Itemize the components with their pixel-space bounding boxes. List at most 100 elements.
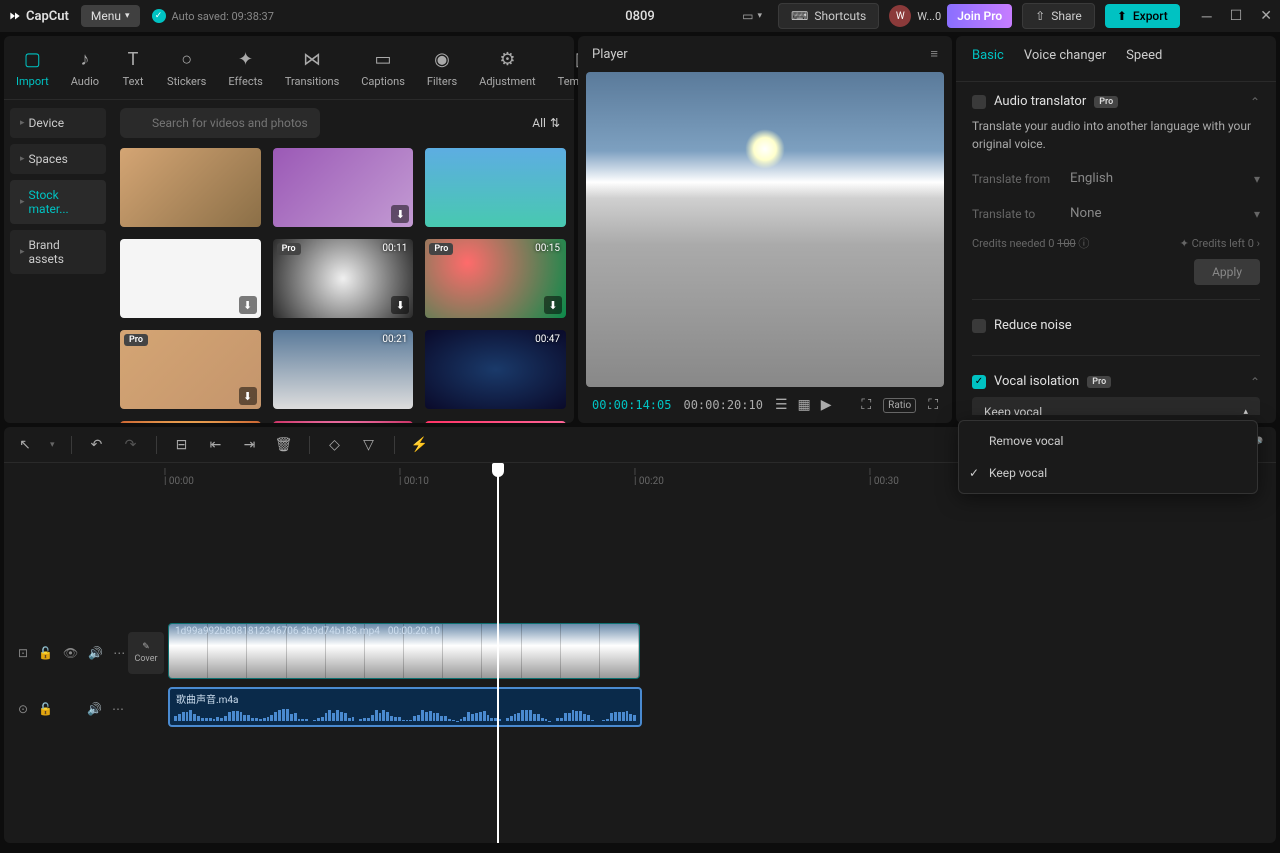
user-avatar[interactable]: W bbox=[889, 5, 911, 27]
share-button[interactable]: ⇧ Share bbox=[1022, 3, 1095, 29]
download-icon[interactable]: ⬇ bbox=[239, 387, 257, 405]
media-thumbnail[interactable]: Pro⬇ bbox=[120, 330, 261, 409]
media-thumbnail[interactable]: 00:21 bbox=[273, 330, 414, 409]
apply-button[interactable]: Apply bbox=[1194, 259, 1260, 285]
tool-tab-effects[interactable]: ✦Effects bbox=[228, 47, 263, 96]
sidebar-item-stockmater[interactable]: Stock mater... bbox=[10, 180, 106, 224]
track-settings-icon[interactable]: ⊡ bbox=[18, 646, 28, 660]
vocal-isolation-select[interactable]: Keep vocal ▴ bbox=[972, 397, 1260, 415]
vocal-isolation-toggle[interactable]: ✓ bbox=[972, 375, 986, 389]
timeline[interactable]: | 00:00| 00:10| 00:20| 00:30 ⊡ 🔓 👁 🔊 ⋯ ✎… bbox=[4, 463, 1276, 843]
properties-tab-basic[interactable]: Basic bbox=[972, 48, 1004, 69]
media-thumbnail[interactable]: ⬇ bbox=[120, 239, 261, 318]
tool-tab-import[interactable]: ▢Import bbox=[16, 47, 49, 96]
tool-tab-captions[interactable]: ▭Captions bbox=[361, 47, 405, 96]
media-thumbnail[interactable] bbox=[425, 148, 566, 227]
marker-icon[interactable]: ◇ bbox=[326, 437, 344, 453]
playhead[interactable] bbox=[497, 463, 499, 843]
download-icon[interactable]: ⬇ bbox=[391, 296, 409, 314]
track-settings-icon[interactable]: ⊙ bbox=[18, 702, 28, 716]
properties-panel: Basic Voice changer Speed Audio translator… bbox=[956, 36, 1276, 423]
tool-tab-filters[interactable]: ◉Filters bbox=[427, 47, 457, 96]
audio-clip[interactable]: 歌曲声音.m4a bbox=[168, 687, 642, 727]
tool-tab-adjustment[interactable]: ⚙Adjustment bbox=[479, 47, 536, 96]
media-thumbnail[interactable] bbox=[120, 148, 261, 227]
translate-to-select[interactable]: None bbox=[1062, 200, 1254, 227]
dropdown-option[interactable]: Keep vocal bbox=[959, 457, 1257, 489]
sidebar-item-device[interactable]: Device bbox=[10, 108, 106, 138]
tool-tab-audio[interactable]: ♪Audio bbox=[71, 47, 99, 96]
cursor-icon[interactable]: ↖ bbox=[16, 437, 34, 453]
track-mute-icon[interactable]: 🔊 bbox=[87, 702, 102, 716]
cover-button[interactable]: ✎Cover bbox=[128, 632, 164, 674]
app-logo: CapCut bbox=[8, 9, 69, 24]
tool-tab-text[interactable]: TText bbox=[121, 47, 145, 96]
check-icon: ✓ bbox=[152, 9, 166, 23]
properties-tab-voice-changer[interactable]: Voice changer bbox=[1024, 48, 1106, 69]
tool-tab-transitions[interactable]: ⋈Transitions bbox=[285, 47, 339, 96]
close-icon[interactable]: ✕ bbox=[1260, 8, 1272, 25]
media-thumbnail[interactable]: Pro00:20 bbox=[425, 421, 566, 423]
media-thumbnail[interactable]: Pro00:15⬇ bbox=[425, 239, 566, 318]
sidebar-item-brandassets[interactable]: Brand assets bbox=[10, 230, 106, 274]
media-thumbnail[interactable]: 00:47 bbox=[425, 330, 566, 409]
player-menu-icon[interactable]: ≡ bbox=[930, 46, 938, 62]
shortcuts-button[interactable]: ⌨ Shortcuts bbox=[778, 3, 879, 29]
split-icon[interactable]: ⊟ bbox=[173, 437, 191, 453]
auto-icon[interactable]: ⚡ bbox=[411, 437, 429, 453]
translate-from-select[interactable]: English bbox=[1062, 165, 1254, 192]
track-lock-icon[interactable]: 🔓 bbox=[38, 646, 53, 660]
media-thumbnail[interactable]: Pro00:11⬇ bbox=[273, 239, 414, 318]
bookmark-icon[interactable]: ▽ bbox=[360, 437, 378, 453]
ratio-button[interactable]: Ratio bbox=[883, 398, 916, 413]
trim-left-icon[interactable]: ⇤ bbox=[207, 437, 225, 453]
track-eye-icon[interactable]: 👁 bbox=[63, 646, 78, 660]
download-icon[interactable]: ⬇ bbox=[239, 296, 257, 314]
player-viewport[interactable] bbox=[586, 72, 944, 387]
sidebar-item-spaces[interactable]: Spaces bbox=[10, 144, 106, 174]
vocal-isolation-section: ✓ Vocal isolation Pro ⌃ Keep vocal ▴ bbox=[972, 374, 1260, 415]
vocal-isolation-dropdown: Remove vocalKeep vocal bbox=[958, 420, 1258, 494]
time-tick: | 00:10 bbox=[399, 467, 429, 487]
media-thumbnail[interactable]: 00:21 bbox=[273, 421, 414, 423]
player-title: Player bbox=[592, 47, 628, 62]
time-tick: | 00:00 bbox=[164, 467, 194, 487]
fullscreen-icon[interactable]: ⛶ bbox=[928, 397, 938, 413]
maximize-icon[interactable]: ☐ bbox=[1230, 8, 1243, 25]
project-title[interactable]: 0809 bbox=[625, 9, 655, 24]
aspect-ratio-button[interactable]: ▭ ▾ bbox=[736, 5, 768, 27]
reduce-noise-toggle[interactable] bbox=[972, 319, 986, 333]
menu-button[interactable]: Menu ▾ bbox=[81, 5, 140, 27]
grid-icon[interactable]: ▦ bbox=[798, 397, 811, 413]
download-icon[interactable]: ⬇ bbox=[391, 205, 409, 223]
audio-translator-toggle[interactable] bbox=[972, 95, 986, 109]
filter-all-button[interactable]: All ⇅ bbox=[526, 110, 566, 136]
current-time: 00:00:14:05 bbox=[592, 398, 671, 412]
track-more-icon[interactable]: ⋯ bbox=[113, 646, 125, 660]
download-icon[interactable]: ⬇ bbox=[544, 296, 562, 314]
trim-right-icon[interactable]: ⇥ bbox=[241, 437, 259, 453]
pro-badge: Pro bbox=[1087, 376, 1111, 388]
track-mute-icon[interactable]: 🔊 bbox=[88, 646, 103, 660]
video-clip[interactable]: 1d99a992b8081812346706 3b9d74b188.mp4 00… bbox=[168, 623, 640, 679]
audio-translator-section: Audio translator Pro ⌃ Translate your au… bbox=[972, 94, 1260, 300]
export-button[interactable]: ⬆ Export bbox=[1105, 4, 1180, 28]
undo-icon[interactable]: ↶ bbox=[88, 437, 106, 453]
minimize-icon[interactable]: ─ bbox=[1202, 8, 1212, 25]
redo-icon[interactable]: ↷ bbox=[122, 437, 140, 453]
media-thumbnail[interactable]: Pro00:12 bbox=[120, 421, 261, 423]
collapse-icon[interactable]: ⌃ bbox=[1250, 375, 1260, 389]
search-input[interactable] bbox=[120, 108, 320, 138]
track-lock-icon[interactable]: 🔓 bbox=[38, 702, 53, 716]
play-icon[interactable]: ▶ bbox=[821, 397, 832, 413]
media-thumbnail[interactable]: ⬇ bbox=[273, 148, 414, 227]
list-icon[interactable]: ☰ bbox=[775, 397, 788, 413]
tool-tab-stickers[interactable]: ○Stickers bbox=[167, 47, 206, 96]
properties-tab-speed[interactable]: Speed bbox=[1126, 48, 1162, 69]
track-more-icon[interactable]: ⋯ bbox=[112, 702, 124, 716]
dropdown-option[interactable]: Remove vocal bbox=[959, 425, 1257, 457]
scan-icon[interactable]: ⛶ bbox=[861, 397, 871, 413]
delete-icon[interactable]: 🗑 bbox=[275, 437, 293, 453]
collapse-icon[interactable]: ⌃ bbox=[1250, 95, 1260, 109]
join-pro-button[interactable]: Join Pro bbox=[947, 4, 1012, 28]
